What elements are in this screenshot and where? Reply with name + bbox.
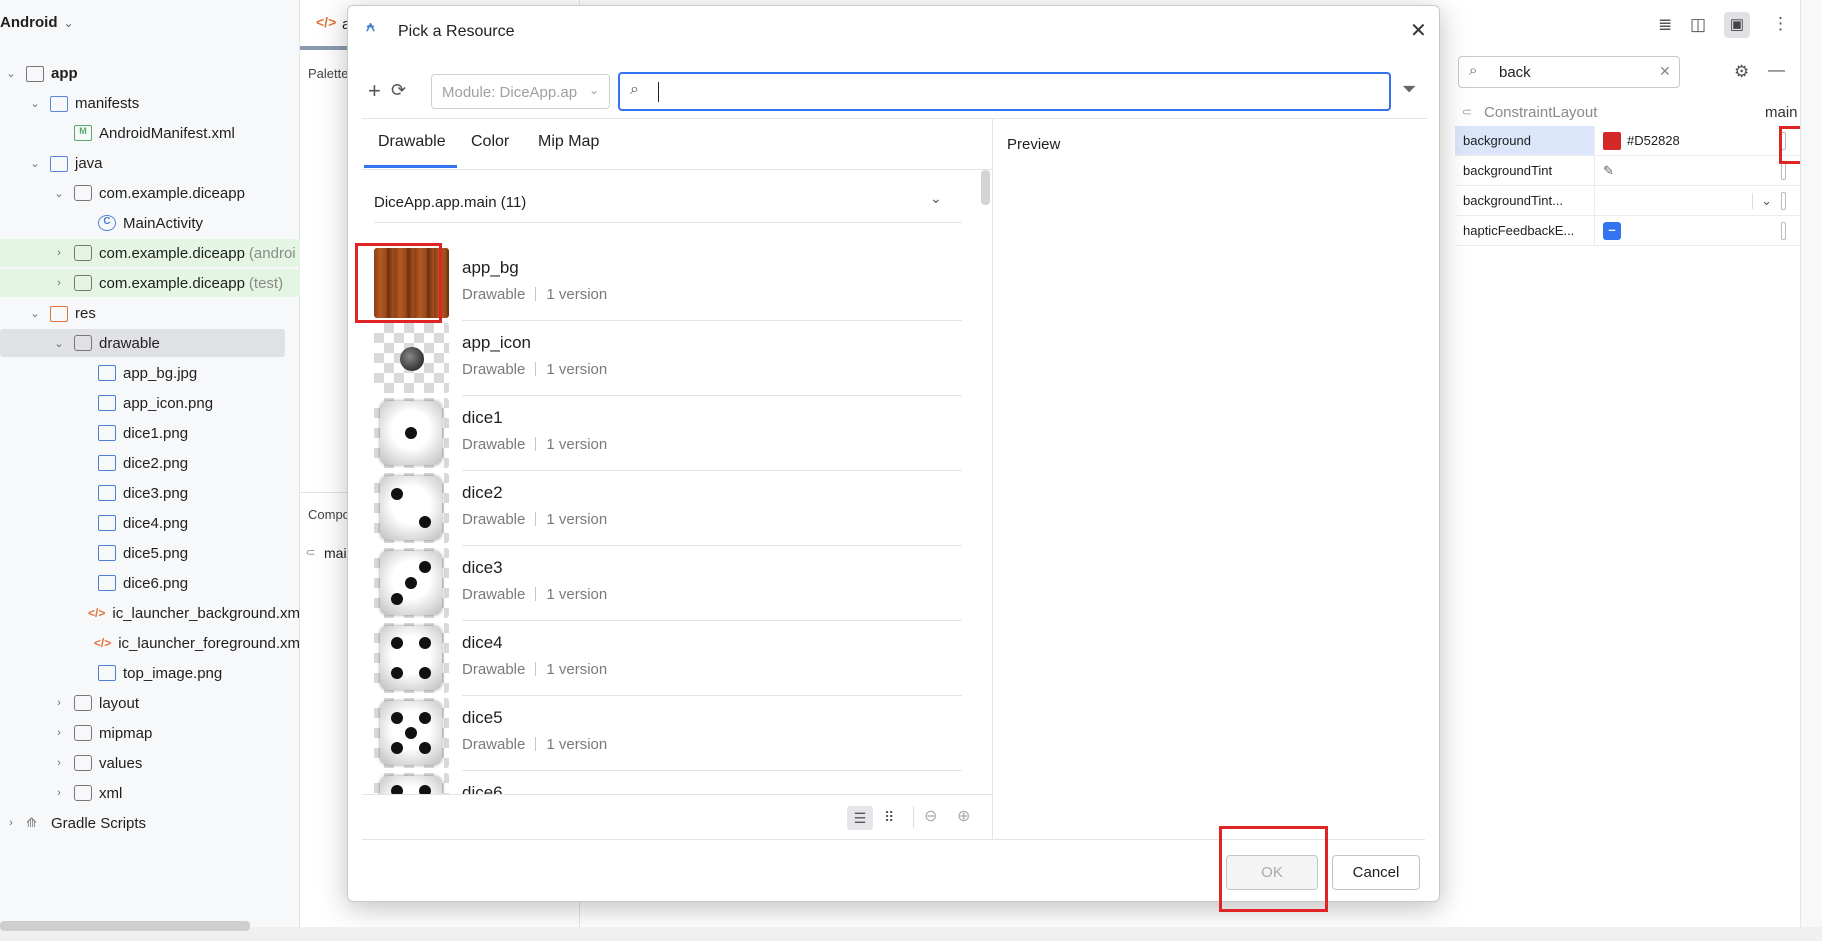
resource-versions: 1 version [546,436,608,453]
resource-item[interactable]: dice2 Drawable 1 version [374,471,962,546]
resource-versions: 1 version [546,286,608,303]
resource-type: Drawable [462,736,526,753]
die-pip [405,427,417,439]
resource-meta: Drawable 1 version [462,511,607,528]
die-pip [391,742,404,755]
die-pip [418,785,431,794]
divider [913,806,914,828]
resource-meta: Drawable 1 version [462,661,607,678]
resource-name: dice6 [462,783,503,794]
die-pip [391,785,404,794]
die-pip [405,577,417,589]
resource-versions: 1 version [546,511,608,528]
resource-name: dice2 [462,483,503,502]
resource-versions: 1 version [546,661,608,678]
resource-type: Drawable [462,436,526,453]
resource-type: Drawable [462,361,526,378]
die-face [380,776,442,794]
resource-item[interactable]: app_bg Drawable 1 version [374,246,962,321]
zoom-out-icon[interactable]: ⊖ [924,806,937,826]
die-pip [391,637,404,650]
resource-list: app_bg Drawable 1 version app_icon Drawable 1… [0,0,1822,794]
die-face [380,701,442,765]
die-pip [418,637,431,650]
resource-thumbnail [374,698,449,768]
resource-meta: Drawable 1 version [462,586,607,603]
resource-versions: 1 version [546,586,608,603]
resource-meta: Drawable 1 version [462,436,607,453]
cancel-button[interactable]: Cancel [1332,855,1420,890]
resource-name: dice5 [462,708,503,727]
die-pip [390,487,403,500]
separator [535,737,537,751]
resource-name: dice3 [462,558,503,577]
divider [362,794,992,795]
tree-item-label: Gradle Scripts [51,814,147,832]
resource-thumbnail [374,398,449,468]
resource-name: app_bg [462,258,519,277]
resource-thumbnail [374,623,449,693]
resource-thumbnail [374,473,449,543]
resource-name: dice1 [462,408,503,427]
resource-type: Drawable [462,511,526,528]
separator [535,362,537,376]
resource-item[interactable]: dice5 Drawable 1 version [374,696,962,771]
separator [535,587,537,601]
dice-icon [400,347,424,371]
resource-type: Drawable [462,661,526,678]
chevron-right-icon[interactable]: › [4,817,18,829]
bottom-scroll-track [0,927,1822,941]
die-face [380,401,442,465]
die-pip [419,516,432,529]
gradle-icon: ⟰ [26,815,37,830]
resource-thumbnail [374,548,449,618]
die-pip [418,742,431,755]
die-pip [419,561,432,573]
resource-type: Drawable [462,286,526,303]
grid-view-icon[interactable]: ⠿ [884,809,894,826]
die-pip [418,711,431,724]
resource-name: app_icon [462,333,532,352]
highlight-box [355,243,442,323]
die-pip [418,666,431,679]
resource-meta: Drawable 1 version [462,361,607,378]
resource-item[interactable]: dice6Drawable1 version [374,771,962,794]
die-face [380,551,442,615]
zoom-in-icon[interactable]: ⊕ [957,806,970,826]
tree-item[interactable]: › ⟰ Gradle Scripts [0,809,300,837]
separator [535,437,537,451]
die-pip [391,711,404,724]
resource-item[interactable]: dice4 Drawable 1 version [374,621,962,696]
highlight-box [1219,826,1328,912]
resource-item[interactable]: dice3 Drawable 1 version [374,546,962,621]
die-pip [391,666,404,679]
separator [535,662,537,676]
resource-meta: Drawable 1 version [462,736,607,753]
resource-type: Drawable [462,586,526,603]
resource-name: dice4 [462,633,503,652]
separator [535,287,537,301]
resource-versions: 1 version [546,736,608,753]
resource-meta: Drawable 1 version [462,286,607,303]
separator [535,512,537,526]
resource-item[interactable]: app_icon Drawable 1 version [374,321,962,396]
list-view-icon[interactable]: ☰ [847,806,873,830]
die-pip [405,727,417,739]
resource-thumbnail [374,773,449,794]
resource-versions: 1 version [546,361,608,378]
die-pip [390,593,403,605]
die-face [380,626,442,690]
die-face [380,476,442,540]
resource-thumbnail [374,323,449,393]
horizontal-scrollbar[interactable] [0,921,250,931]
resource-item[interactable]: dice1 Drawable 1 version [374,396,962,471]
